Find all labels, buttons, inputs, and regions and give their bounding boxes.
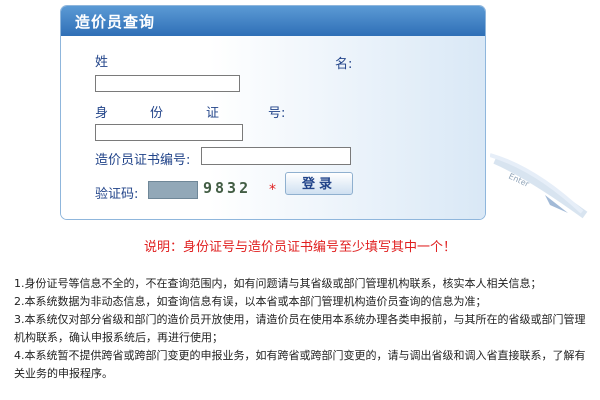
instruction-item: 2.本系统数据为非动态信息，如查询信息有误，以本省或本部门管理机构造价员查询的信… bbox=[14, 295, 487, 308]
panel-title: 造价员查询 bbox=[75, 13, 156, 31]
instruction-item: 1.身份证号等信息不全的，不在查询范围内，如有问题请与其省级或部门管理机构联系，… bbox=[14, 277, 542, 290]
name-label-left: 姓 bbox=[95, 55, 109, 70]
instruction-item: 4.本系统暂不提供跨省或跨部门变更的申报业务，如有跨省或跨部门变更的，请与调出省… bbox=[14, 349, 586, 380]
id-number-input[interactable] bbox=[95, 124, 243, 141]
name-input[interactable] bbox=[95, 75, 240, 92]
cert-number-label: 造价员证书编号: bbox=[95, 153, 191, 168]
instruction-item: 3.本系统仅对部分省级和部门的造价员开放使用，请造价员在使用本系统办理各类申报前… bbox=[14, 313, 586, 344]
instruction-list: 1.身份证号等信息不全的，不在查询范围内，如有问题请与其省级或部门管理机构联系，… bbox=[14, 275, 590, 383]
cert-number-input[interactable] bbox=[201, 147, 351, 165]
enter-decoration-icon: Enter bbox=[490, 153, 588, 219]
required-asterisk: * bbox=[269, 182, 276, 198]
login-button[interactable]: 登录 bbox=[285, 172, 353, 195]
id-label-char-4: 号: bbox=[268, 106, 286, 121]
name-label-right: 名: bbox=[335, 57, 353, 72]
id-label-char-3: 证 bbox=[206, 106, 220, 121]
captcha-image[interactable]: 9832 bbox=[203, 178, 263, 198]
id-label-char-2: 份 bbox=[150, 106, 164, 121]
captcha-label: 验证码: bbox=[95, 187, 139, 202]
id-label-char-1: 身 bbox=[95, 106, 109, 121]
panel-header: 造价员查询 bbox=[61, 6, 485, 36]
captcha-input[interactable] bbox=[148, 181, 198, 199]
note-text: 说明：身份证号与造价员证书编号至少填写其中一个！ bbox=[143, 240, 456, 255]
